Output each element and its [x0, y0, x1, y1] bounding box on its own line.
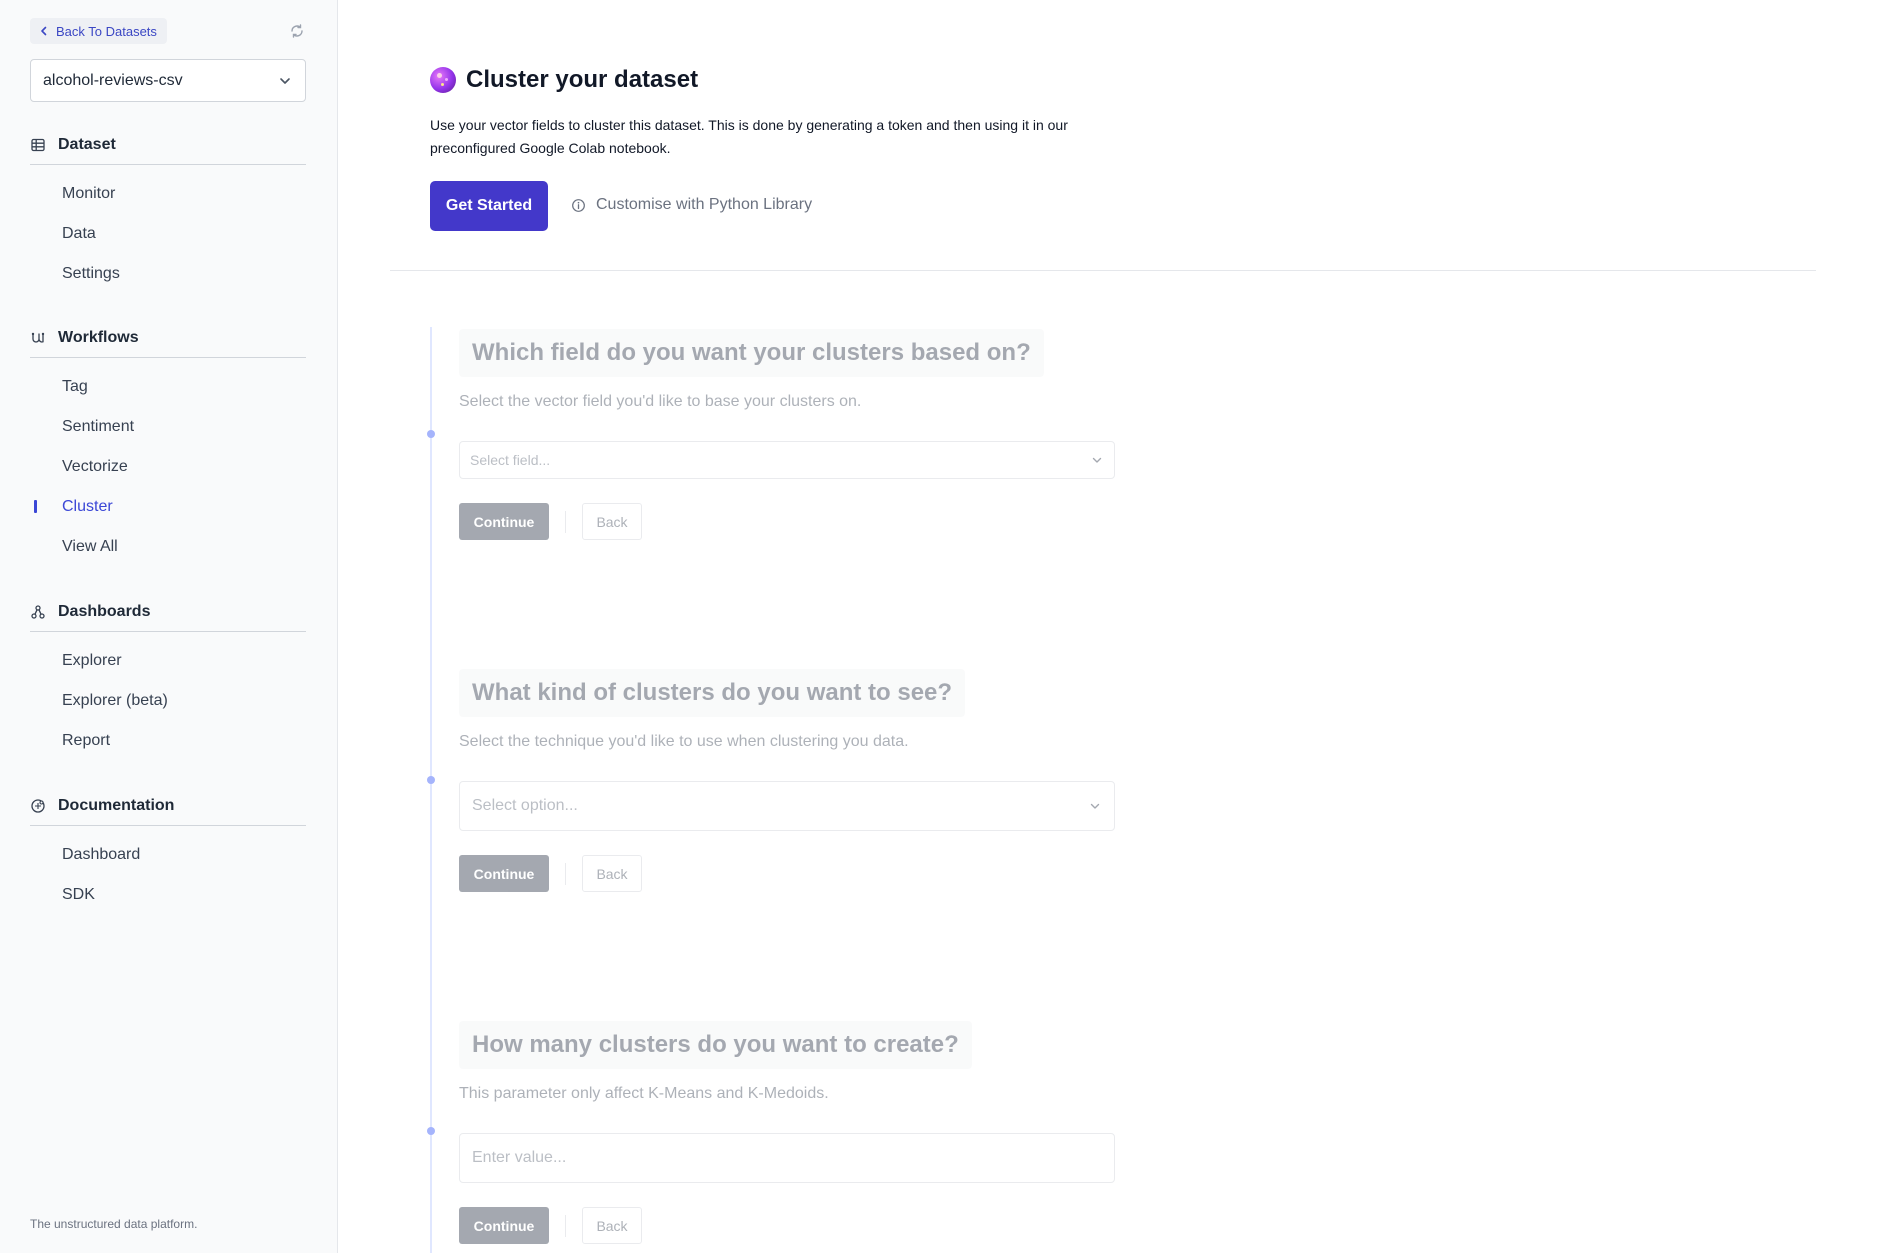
sidebar-item-explorer[interactable]: Explorer — [30, 641, 306, 681]
sidebar-item-sdk[interactable]: SDK — [30, 875, 306, 915]
step-marker — [427, 1127, 435, 1135]
page-title: Cluster your dataset — [466, 66, 699, 93]
header-divider — [390, 270, 1816, 271]
divider — [565, 862, 566, 885]
page-description: Use your vector fields to cluster this d… — [430, 117, 1068, 156]
step-question: Which field do you want your clusters ba… — [459, 329, 1044, 377]
divider — [30, 825, 306, 826]
sidebar-item-explorer-beta[interactable]: Explorer (beta) — [30, 681, 306, 721]
sidebar-section-documentation: Documentation Dashboard SDK — [30, 795, 306, 915]
sidebar-item-tag[interactable]: Tag — [30, 367, 306, 407]
sidebar-section-dashboards: Dashboards Explorer Explorer (beta) Repo… — [30, 601, 306, 761]
continue-button[interactable]: Continue — [459, 503, 549, 540]
step-marker — [427, 776, 435, 784]
steps-timeline — [430, 327, 432, 1253]
chevron-left-icon — [41, 26, 47, 36]
sidebar-footer-tagline: The unstructured data platform. — [30, 1217, 198, 1231]
workflow-icon — [31, 332, 45, 343]
sync-icon[interactable] — [288, 22, 306, 40]
continue-button[interactable]: Continue — [459, 1207, 549, 1244]
sidebar-item-docs-dashboard[interactable]: Dashboard — [30, 835, 306, 875]
back-to-datasets-button[interactable]: Back To Datasets — [30, 18, 167, 44]
field-select-placeholder: Select field... — [470, 452, 551, 468]
step-cluster-technique: What kind of clusters do you want to see… — [459, 669, 1115, 892]
sidebar-item-vectorize[interactable]: Vectorize — [30, 447, 306, 487]
chevron-down-icon — [1092, 457, 1102, 463]
chevron-down-icon — [280, 77, 290, 84]
cluster-count-input[interactable] — [459, 1133, 1115, 1183]
sidebar-item-view-all[interactable]: View All — [30, 527, 306, 567]
sidebar-item-sentiment[interactable]: Sentiment — [30, 407, 306, 447]
dataset-select-value: alcohol-reviews-csv — [43, 71, 183, 89]
table-icon — [31, 138, 45, 152]
dataset-select[interactable]: alcohol-reviews-csv — [30, 59, 306, 102]
main-content: Cluster your dataset Use your vector fie… — [338, 0, 1879, 1253]
sidebar-item-cluster[interactable]: Cluster — [30, 487, 306, 527]
documentation-icon — [31, 799, 45, 813]
info-icon — [572, 198, 585, 212]
get-started-button[interactable]: Get Started — [430, 181, 548, 231]
sidebar-item-monitor[interactable]: Monitor — [30, 174, 306, 214]
step-cluster-count: How many clusters do you want to create?… — [459, 1021, 1115, 1244]
step-description: This parameter only affect K-Means and K… — [459, 1085, 829, 1102]
continue-button[interactable]: Continue — [459, 855, 549, 892]
sidebar-item-report[interactable]: Report — [30, 721, 306, 761]
chevron-down-icon — [1090, 803, 1100, 809]
section-title-documentation: Documentation — [58, 797, 175, 814]
technique-select[interactable]: Select option... — [459, 781, 1115, 831]
sidebar: Back To Datasets alcohol-reviews-csv Dat… — [0, 0, 338, 1253]
back-to-datasets-label: Back To Datasets — [56, 23, 157, 39]
step-description: Select the technique you'd like to use w… — [459, 733, 909, 750]
divider — [30, 357, 306, 358]
field-select[interactable]: Select field... — [459, 441, 1115, 479]
back-button[interactable]: Back — [582, 1207, 642, 1244]
sidebar-section-dataset: Dataset Monitor Data Settings — [30, 134, 306, 294]
section-title-dashboards: Dashboards — [58, 603, 151, 620]
divider — [565, 510, 566, 533]
sidebar-item-settings[interactable]: Settings — [30, 254, 306, 294]
divider — [565, 1214, 566, 1237]
back-button[interactable]: Back — [582, 855, 642, 892]
customise-python-library-link[interactable]: Customise with Python Library — [571, 196, 812, 214]
section-title-workflows: Workflows — [58, 329, 139, 346]
customise-label: Customise with Python Library — [596, 196, 813, 213]
step-field-selection: Which field do you want your clusters ba… — [459, 329, 1115, 540]
step-question: How many clusters do you want to create? — [459, 1021, 972, 1069]
divider — [30, 631, 306, 632]
sidebar-item-data[interactable]: Data — [30, 214, 306, 254]
sidebar-section-workflows: Workflows Tag Sentiment Vectorize Cluste… — [30, 327, 306, 567]
technique-select-placeholder: Select option... — [472, 797, 578, 814]
divider — [30, 164, 306, 165]
page-header: Cluster your dataset — [430, 66, 698, 94]
step-marker — [427, 430, 435, 438]
back-button[interactable]: Back — [582, 503, 642, 540]
cluster-logo-icon — [430, 67, 456, 93]
step-question: What kind of clusters do you want to see… — [459, 669, 966, 717]
section-title-dataset: Dataset — [58, 136, 116, 153]
step-description: Select the vector field you'd like to ba… — [459, 393, 862, 410]
dashboard-icon — [31, 605, 45, 619]
